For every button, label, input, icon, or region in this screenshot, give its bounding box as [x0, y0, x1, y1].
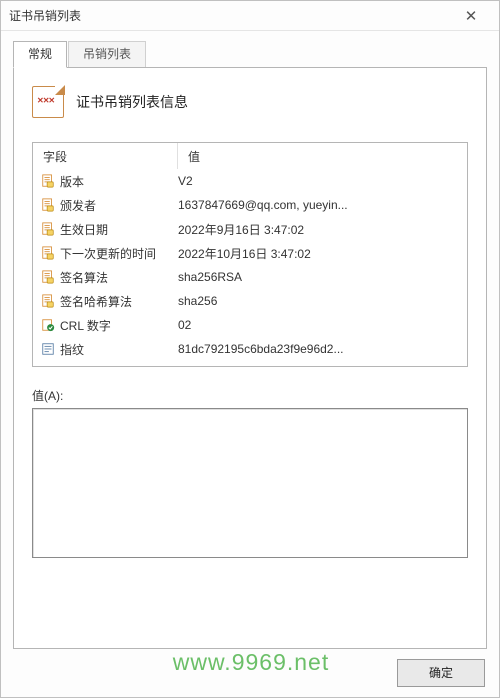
- field-icon: [39, 341, 57, 357]
- field-icon: [39, 269, 57, 285]
- tab-panel-general: 证书吊销列表信息 字段 值 版本V2颁发者1637847669@qq.com, …: [13, 67, 487, 649]
- field-icon: [39, 197, 57, 213]
- field-name: 生效日期: [60, 221, 178, 238]
- field-row[interactable]: CRL 数字02: [33, 313, 467, 337]
- client-area: 常规 吊销列表 证书吊销列表信息 字段 值 版本V2颁发者1637847669@…: [1, 31, 499, 649]
- field-row[interactable]: 下一次更新的时间2022年10月16日 3:47:02: [33, 241, 467, 265]
- field-value: 2022年10月16日 3:47:02: [178, 245, 461, 262]
- field-name: CRL 数字: [60, 317, 178, 334]
- tab-general[interactable]: 常规: [13, 41, 67, 68]
- fields-header: 字段 值: [33, 143, 467, 169]
- field-row[interactable]: 签名算法sha256RSA: [33, 265, 467, 289]
- field-name: 版本: [60, 173, 178, 190]
- field-name: 指纹: [60, 341, 178, 358]
- field-row[interactable]: 签名哈希算法sha256: [33, 289, 467, 313]
- field-value: sha256RSA: [178, 270, 461, 284]
- field-icon: [39, 245, 57, 261]
- field-name: 签名算法: [60, 269, 178, 286]
- value-textbox[interactable]: [32, 408, 468, 558]
- field-value: V2: [178, 174, 461, 188]
- tab-crl-list[interactable]: 吊销列表: [68, 41, 146, 68]
- fields-listview[interactable]: 字段 值 版本V2颁发者1637847669@qq.com, yueyin...…: [32, 142, 468, 367]
- crl-dialog: 证书吊销列表 ✕ 常规 吊销列表 证书吊销列表信息 字段 值 版本V2颁发者16…: [0, 0, 500, 698]
- field-icon: [39, 173, 57, 189]
- field-value: sha256: [178, 294, 461, 308]
- tab-strip: 常规 吊销列表: [13, 41, 487, 68]
- col-header-field[interactable]: 字段: [33, 143, 178, 169]
- ok-button[interactable]: 确定: [397, 659, 485, 687]
- field-value: 02: [178, 318, 461, 332]
- field-icon: [39, 221, 57, 237]
- field-row[interactable]: 指纹81dc792195c6bda23f9e96d2...: [33, 337, 467, 361]
- field-row[interactable]: 颁发者1637847669@qq.com, yueyin...: [33, 193, 467, 217]
- field-value: 1637847669@qq.com, yueyin...: [178, 198, 461, 212]
- field-row[interactable]: 版本V2: [33, 169, 467, 193]
- field-row[interactable]: 生效日期2022年9月16日 3:47:02: [33, 217, 467, 241]
- button-bar: 确定: [1, 649, 499, 697]
- field-name: 签名哈希算法: [60, 293, 178, 310]
- close-icon[interactable]: ✕: [451, 7, 491, 25]
- field-icon: [39, 293, 57, 309]
- heading-row: 证书吊销列表信息: [32, 86, 468, 118]
- titlebar: 证书吊销列表 ✕: [1, 1, 499, 31]
- heading-text: 证书吊销列表信息: [76, 92, 188, 112]
- crl-icon: [32, 86, 64, 118]
- window-title: 证书吊销列表: [9, 7, 451, 24]
- field-name: 下一次更新的时间: [60, 245, 178, 262]
- value-label: 值(A):: [32, 387, 468, 404]
- col-header-value[interactable]: 值: [178, 143, 467, 169]
- field-name: 颁发者: [60, 197, 178, 214]
- field-value: 2022年9月16日 3:47:02: [178, 221, 461, 238]
- field-value: 81dc792195c6bda23f9e96d2...: [178, 342, 461, 356]
- field-icon: [39, 317, 57, 333]
